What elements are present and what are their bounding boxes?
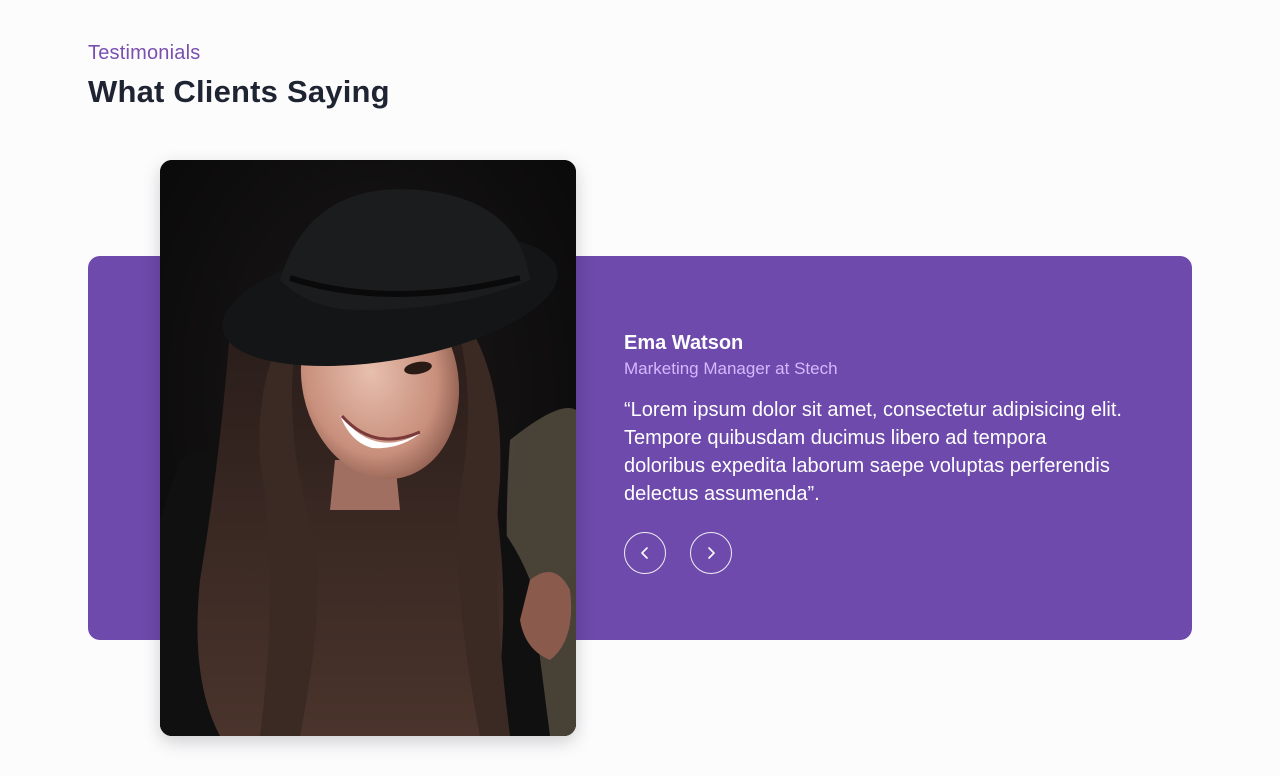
testimonial-quote: “Lorem ipsum dolor sit amet, consectetur… [624,399,1122,505]
chevron-left-icon [641,547,648,559]
previous-button[interactable] [624,532,666,574]
client-portrait-illustration [160,160,576,736]
next-button[interactable] [690,532,732,574]
section-title: What Clients Saying [88,74,390,109]
section-eyebrow: Testimonials [88,42,201,64]
chevron-right-icon [708,547,715,559]
testimonials-section: Testimonials What Clients Saying Ema Wat… [0,0,1280,776]
client-photo [160,160,576,736]
client-role: Marketing Manager at Stech [624,359,838,378]
testimonial-navigation [624,532,1144,574]
client-name: Ema Watson [624,332,744,354]
testimonial-content: Ema Watson Marketing Manager at Stech “L… [624,330,1144,574]
